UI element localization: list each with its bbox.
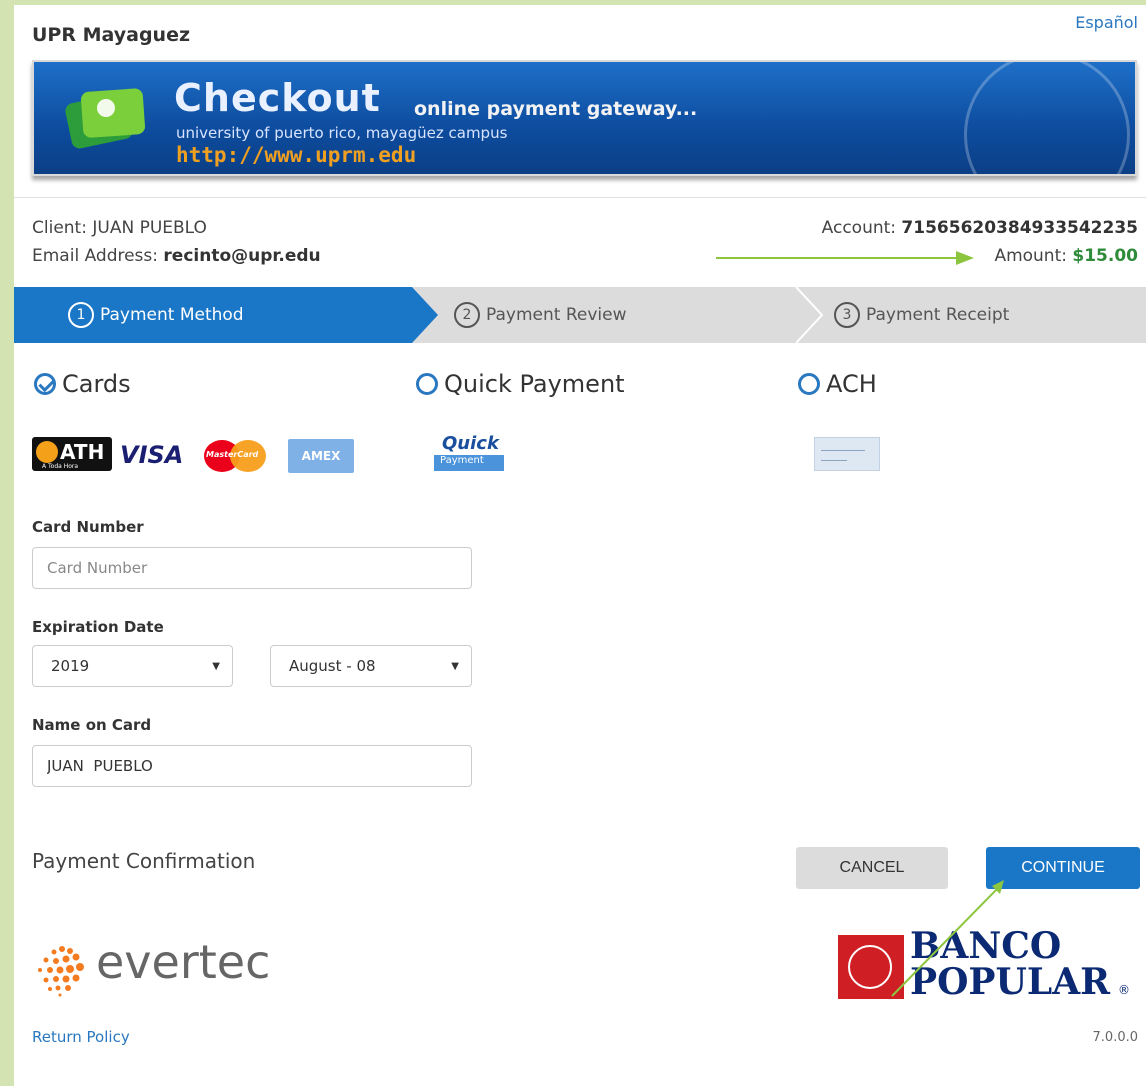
site-name: UPR Mayaguez bbox=[32, 24, 191, 46]
evertec-logo-text: evertec bbox=[96, 935, 271, 989]
name-on-card-input[interactable] bbox=[32, 745, 472, 787]
step-3: 3 Payment Receipt bbox=[834, 287, 1009, 343]
ath-logo-text: ATH bbox=[60, 440, 105, 464]
step-2: 2 Payment Review bbox=[454, 287, 626, 343]
amount-info: Amount: $15.00 bbox=[994, 246, 1138, 266]
annotation-arrow-continue bbox=[891, 880, 1004, 997]
expiration-month-select[interactable]: August - 08 ▼ bbox=[270, 645, 472, 687]
step-1: 1 Payment Method bbox=[68, 287, 244, 343]
banner-title: Checkout bbox=[174, 76, 381, 120]
method-cards[interactable]: Cards bbox=[34, 370, 131, 398]
step-2-number: 2 bbox=[454, 302, 480, 328]
language-link[interactable]: Español bbox=[1075, 13, 1138, 32]
check-icon bbox=[814, 437, 880, 471]
progress-steps: 1 Payment Method 2 Payment Review 3 Paym… bbox=[14, 287, 1146, 343]
name-on-card-label: Name on Card bbox=[32, 716, 152, 734]
wallet-icon bbox=[65, 88, 145, 149]
banner-subtitle: online payment gateway... bbox=[414, 98, 698, 120]
divider bbox=[14, 197, 1146, 198]
checkout-banner: Checkout online payment gateway... unive… bbox=[32, 60, 1137, 176]
email-value: recinto@upr.edu bbox=[163, 246, 321, 266]
registered-icon: ® bbox=[1118, 983, 1130, 997]
expiration-month-value: August - 08 bbox=[289, 657, 376, 675]
visa-logo: VISA bbox=[120, 441, 184, 469]
chevron-down-icon: ▼ bbox=[212, 660, 220, 672]
banner-url: http://www.uprm.edu bbox=[176, 143, 417, 167]
step-1-label: Payment Method bbox=[100, 305, 244, 325]
top-border bbox=[0, 0, 1146, 5]
email-label: Email Address: bbox=[32, 246, 158, 266]
card-number-input[interactable] bbox=[32, 547, 472, 589]
method-quick-payment[interactable]: Quick Payment bbox=[416, 370, 625, 398]
client-name: JUAN PUEBLO bbox=[92, 218, 207, 238]
amount-label: Amount: bbox=[994, 246, 1067, 266]
account-value: 71565620384933542235 bbox=[901, 218, 1138, 238]
email-info: Email Address: recinto@upr.edu bbox=[32, 246, 321, 266]
step-3-number: 3 bbox=[834, 302, 860, 328]
amex-logo: AMEX bbox=[288, 439, 354, 473]
account-info: Account: 71565620384933542235 bbox=[822, 218, 1138, 238]
method-ach[interactable]: ACH bbox=[798, 370, 877, 398]
client-info: Client: JUAN PUEBLO bbox=[32, 218, 207, 238]
check-icon-line bbox=[821, 450, 865, 451]
mastercard-logo-text: MasterCard bbox=[206, 450, 259, 459]
expiration-year-value: 2019 bbox=[51, 657, 90, 675]
step-1-number: 1 bbox=[68, 302, 94, 328]
mastercard-logo: MasterCard bbox=[204, 440, 266, 472]
check-circle-icon[interactable] bbox=[34, 373, 56, 395]
campus-seal bbox=[964, 62, 1130, 174]
left-border bbox=[0, 0, 14, 1086]
evertec-dots-icon bbox=[38, 946, 84, 997]
client-label: Client: bbox=[32, 218, 87, 238]
quick-logo-subtext: Payment bbox=[434, 455, 504, 471]
chevron-down-icon: ▼ bbox=[451, 660, 459, 672]
amount-value: $15.00 bbox=[1072, 246, 1138, 266]
step-2-label: Payment Review bbox=[486, 305, 627, 325]
expiration-year-select[interactable]: 2019 ▼ bbox=[32, 645, 233, 687]
expiration-date-label: Expiration Date bbox=[32, 618, 164, 636]
step-3-label: Payment Receipt bbox=[866, 305, 1010, 325]
method-quick-label: Quick Payment bbox=[444, 370, 625, 398]
account-label: Account: bbox=[821, 218, 897, 238]
return-policy-link[interactable]: Return Policy bbox=[32, 1028, 130, 1046]
radio-circle-icon[interactable] bbox=[416, 373, 438, 395]
radio-circle-icon[interactable] bbox=[798, 373, 820, 395]
card-number-label: Card Number bbox=[32, 518, 144, 536]
annotation-arrow-amount bbox=[716, 251, 974, 265]
payment-confirmation-title: Payment Confirmation bbox=[32, 849, 256, 873]
method-ach-label: ACH bbox=[826, 370, 877, 398]
method-cards-label: Cards bbox=[62, 370, 131, 398]
ath-logo-dot bbox=[36, 441, 58, 463]
quick-payment-logo: Quick Payment bbox=[432, 431, 510, 477]
banner-university: university of puerto rico, mayagüez camp… bbox=[176, 124, 508, 142]
ath-logo-subtext: A Toda Hora bbox=[42, 463, 79, 470]
bpr-logo-ring bbox=[848, 945, 892, 989]
ath-logo: ATH A Toda Hora bbox=[32, 437, 112, 471]
quick-logo-text: Quick bbox=[442, 433, 499, 454]
version-label: 7.0.0.0 bbox=[1092, 1030, 1138, 1045]
check-icon-line bbox=[821, 460, 847, 461]
